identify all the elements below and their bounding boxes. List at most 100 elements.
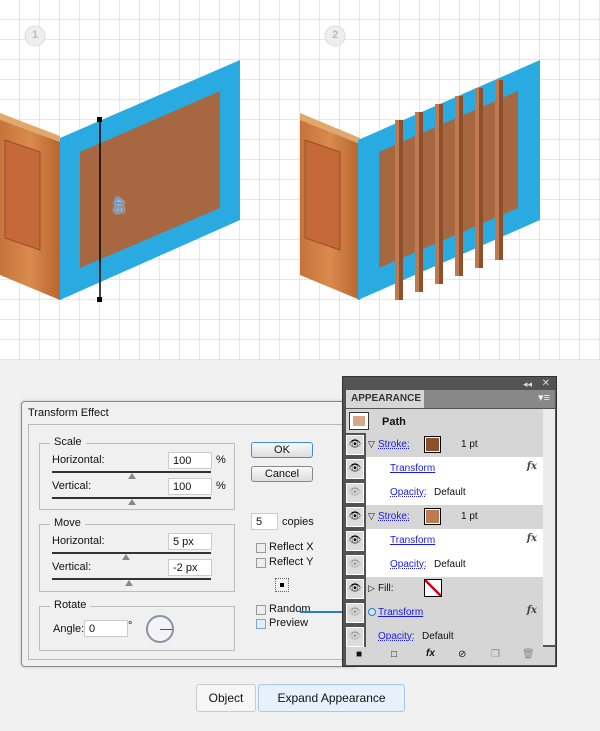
dimension-label: 45 xyxy=(109,197,127,214)
close-icon[interactable]: ✕ xyxy=(542,378,550,389)
opacity-value: Default xyxy=(422,631,454,642)
visibility-eye-icon[interactable]: 👁 xyxy=(346,603,364,623)
panel-menu-icon[interactable]: ▾≡ xyxy=(538,391,550,404)
scrollbar[interactable] xyxy=(543,409,555,645)
trash-icon[interactable]: 🗑 xyxy=(522,649,535,660)
slat-bar xyxy=(399,120,403,300)
stroke-swatch[interactable] xyxy=(424,436,441,453)
visibility-eye-icon[interactable]: 👁 xyxy=(346,483,364,503)
expand-appearance-button[interactable]: Expand Appearance xyxy=(258,684,405,712)
row-label[interactable]: Transform xyxy=(390,463,435,474)
label: Vertical: xyxy=(52,561,92,573)
move-horizontal-input[interactable]: 5 px xyxy=(168,533,212,550)
slat-bar xyxy=(495,80,499,260)
reflect-x-checkbox[interactable] xyxy=(256,543,266,553)
door-2 xyxy=(300,113,360,300)
duplicate-icon[interactable]: ❐ xyxy=(491,649,500,660)
add-effect-icon[interactable]: fx xyxy=(426,648,435,659)
slider-handle[interactable] xyxy=(125,580,133,586)
row-label[interactable]: Stroke: xyxy=(378,511,410,522)
visibility-eye-icon[interactable]: 👁 xyxy=(346,579,364,599)
tab-appearance[interactable]: APPEARANCE xyxy=(346,390,424,408)
row-label[interactable]: Opacity: xyxy=(390,487,427,498)
move-horizontal-slider[interactable] xyxy=(52,552,211,554)
scale-group: Scale Horizontal: 100 % Vertical: 100 % xyxy=(39,436,235,510)
collapse-triangle-icon[interactable]: ▽ xyxy=(368,511,375,522)
panel-toolbar: ■ □ fx ⊘ ❐ 🗑 xyxy=(346,647,555,665)
appearance-row[interactable]: ▷ Fill: xyxy=(366,577,543,601)
label: Horizontal: xyxy=(52,454,105,466)
row-label[interactable]: Stroke: xyxy=(378,439,410,450)
slat-bar xyxy=(419,112,423,292)
copies-input[interactable]: 5 xyxy=(251,513,278,530)
transform-effect-dialog: Transform Effect Scale Horizontal: 100 %… xyxy=(21,401,358,667)
opacity-value: Default xyxy=(434,559,466,570)
visibility-eye-icon[interactable]: 👁 xyxy=(346,627,364,647)
label: Reflect Y xyxy=(269,556,314,568)
angle-input[interactable]: 0 xyxy=(84,620,128,637)
row-label[interactable]: Fill: xyxy=(378,583,394,594)
scale-horizontal-input[interactable]: 100 xyxy=(168,452,212,469)
fill-none-swatch[interactable] xyxy=(424,579,442,597)
degree-symbol: ° xyxy=(128,620,133,632)
move-vertical-input[interactable]: -2 px xyxy=(168,559,212,576)
row-label[interactable]: Opacity: xyxy=(390,559,427,570)
path-thumbnail-icon xyxy=(349,412,369,430)
visibility-eye-icon[interactable]: 👁 xyxy=(346,507,364,527)
stroke-icon[interactable]: ■ xyxy=(356,649,362,660)
appearance-row[interactable]: Transform fx xyxy=(366,529,543,553)
slider-handle[interactable] xyxy=(122,554,130,560)
label: Random xyxy=(269,603,311,615)
appearance-row[interactable]: Transform fx xyxy=(366,601,543,625)
slider-handle[interactable] xyxy=(128,473,136,479)
label: Angle: xyxy=(53,623,85,635)
reference-point-icon[interactable] xyxy=(275,578,289,592)
stroke-weight[interactable]: 1 pt xyxy=(461,511,478,522)
slat-bar xyxy=(499,80,503,260)
collapse-icon[interactable]: ◂◂ xyxy=(523,379,532,390)
row-label[interactable]: Transform xyxy=(390,535,435,546)
scale-label: Scale xyxy=(50,436,86,448)
ok-button[interactable]: OK xyxy=(251,442,313,458)
row-label[interactable]: Opacity: xyxy=(378,631,415,642)
slat-bar xyxy=(435,104,439,284)
appearance-panel: ◂◂ ✕ APPEARANCE ▾≡ Path ▽ Stroke: 1 pt Tran… xyxy=(342,376,557,667)
slider-handle[interactable] xyxy=(128,499,136,505)
label: Horizontal: xyxy=(52,535,105,547)
slat-bar xyxy=(395,120,399,300)
move-label: Move xyxy=(50,517,85,529)
visibility-eye-icon[interactable]: 👁 xyxy=(346,531,364,551)
stroke-weight[interactable]: 1 pt xyxy=(461,439,478,450)
rotate-label: Rotate xyxy=(50,599,91,611)
appearance-row[interactable]: ▽ Stroke: 1 pt xyxy=(366,433,543,457)
object-name: Path xyxy=(382,416,406,428)
fill-icon[interactable]: □ xyxy=(391,649,397,660)
appearance-row[interactable]: Opacity: Default xyxy=(366,481,543,505)
collapse-triangle-icon[interactable]: ▽ xyxy=(368,439,375,450)
row-label[interactable]: Transform xyxy=(378,607,423,618)
artboard: 1 2 45 xyxy=(0,0,600,360)
appearance-row[interactable]: Opacity: Default xyxy=(366,553,543,577)
appearance-row[interactable]: Transform fx xyxy=(366,457,543,481)
clear-icon[interactable]: ⊘ xyxy=(458,649,466,660)
visibility-eye-icon[interactable]: 👁 xyxy=(346,555,364,575)
stroke-swatch[interactable] xyxy=(424,508,441,525)
callout-dot xyxy=(368,608,376,616)
unit: % xyxy=(216,454,226,466)
opacity-value: Default xyxy=(434,487,466,498)
appearance-row[interactable]: ▽ Stroke: 1 pt xyxy=(366,505,543,529)
angle-dial[interactable] xyxy=(146,615,174,643)
label: Reflect X xyxy=(269,541,314,553)
object-button[interactable]: Object xyxy=(196,684,256,712)
unit: % xyxy=(216,480,226,492)
appearance-row[interactable]: Opacity: Default xyxy=(366,625,543,649)
random-checkbox[interactable] xyxy=(256,605,266,615)
visibility-eye-icon[interactable]: 👁 xyxy=(346,459,364,479)
scale-vertical-input[interactable]: 100 xyxy=(168,478,212,495)
preview-checkbox[interactable] xyxy=(256,619,266,629)
reflect-y-checkbox[interactable] xyxy=(256,558,266,568)
visibility-eye-icon[interactable]: 👁 xyxy=(346,435,364,455)
expand-triangle-icon[interactable]: ▷ xyxy=(368,583,375,594)
copies-label: copies xyxy=(282,516,314,528)
cancel-button[interactable]: Cancel xyxy=(251,466,313,482)
